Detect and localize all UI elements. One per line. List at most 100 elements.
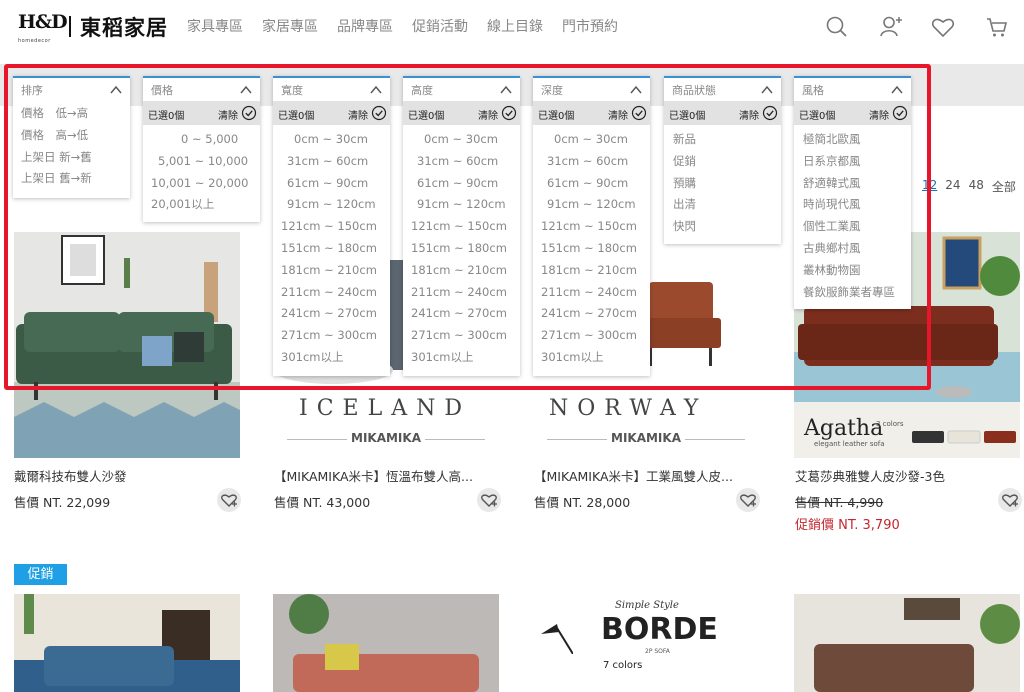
depth-filter-header[interactable]: 深度 [533, 76, 650, 101]
sort-option[interactable]: 上架日 新→舊 [21, 147, 130, 169]
check-circle-icon[interactable] [371, 105, 387, 121]
height-option[interactable]: 121cm ~ 150cm [403, 216, 520, 238]
product-name[interactable]: 【MIKAMIKA米卡】工業風雙人皮... [534, 466, 733, 485]
cart-icon[interactable] [984, 14, 1010, 40]
depth-option[interactable]: 121cm ~ 150cm [533, 216, 650, 238]
height-filter-header[interactable]: 高度 [403, 76, 520, 101]
width-option[interactable]: 181cm ~ 210cm [273, 260, 390, 282]
clear-button[interactable]: 清除 [478, 107, 498, 122]
product-image[interactable] [273, 594, 499, 692]
style-option[interactable]: 舒適韓式風 [803, 173, 911, 195]
status-option[interactable]: 促銷 [673, 151, 781, 173]
style-option[interactable]: 古典鄉村風 [803, 238, 911, 260]
product-image[interactable] [14, 232, 240, 458]
logo[interactable]: H&D homedecor [18, 11, 68, 45]
status-option[interactable]: 出清 [673, 194, 781, 216]
status-option[interactable]: 預購 [673, 173, 781, 195]
price-option[interactable]: 20,001以上 [151, 194, 260, 216]
style-option[interactable]: 時尚現代風 [803, 194, 911, 216]
nav-catalog[interactable]: 線上目錄 [487, 16, 543, 36]
nav-store-booking[interactable]: 門市預約 [562, 16, 618, 36]
depth-option[interactable]: 241cm ~ 270cm [533, 303, 650, 325]
chevron-up-icon[interactable] [109, 83, 123, 97]
height-option[interactable]: 0cm ~ 30cm [403, 129, 520, 151]
price-option[interactable]: 0 ~ 5,000 [151, 129, 260, 151]
per-page-12[interactable]: 12 [922, 178, 937, 195]
width-filter-header[interactable]: 寬度 [273, 76, 390, 101]
clear-button[interactable]: 清除 [218, 107, 238, 122]
height-option[interactable]: 181cm ~ 210cm [403, 260, 520, 282]
width-option[interactable]: 301cm以上 [273, 347, 390, 369]
product-image[interactable]: Simple Style BORDE 2P SOFA 7 colors [533, 594, 759, 692]
add-to-wishlist-icon[interactable] [217, 488, 241, 512]
sort-option[interactable]: 價格 高→低 [21, 125, 130, 147]
width-option[interactable]: 271cm ~ 300cm [273, 325, 390, 347]
depth-option[interactable]: 61cm ~ 90cm [533, 173, 650, 195]
height-option[interactable]: 31cm ~ 60cm [403, 151, 520, 173]
nav-promotions[interactable]: 促銷活動 [412, 16, 468, 36]
depth-option[interactable]: 301cm以上 [533, 347, 650, 369]
add-to-wishlist-icon[interactable] [998, 488, 1022, 512]
status-option[interactable]: 新品 [673, 129, 781, 151]
height-option[interactable]: 211cm ~ 240cm [403, 282, 520, 304]
width-option[interactable]: 211cm ~ 240cm [273, 282, 390, 304]
product-name[interactable]: 艾葛莎典雅雙人皮沙發-3色 [795, 466, 945, 485]
add-to-wishlist-icon[interactable] [477, 488, 501, 512]
chevron-up-icon[interactable] [239, 83, 253, 97]
style-option[interactable]: 餐飲服飾業者專區 [803, 282, 911, 304]
depth-option[interactable]: 31cm ~ 60cm [533, 151, 650, 173]
sort-option[interactable]: 價格 低→高 [21, 103, 130, 125]
depth-option[interactable]: 271cm ~ 300cm [533, 325, 650, 347]
logo-chinese[interactable]: 東稻家居 [80, 12, 168, 42]
height-option[interactable]: 241cm ~ 270cm [403, 303, 520, 325]
nav-brands[interactable]: 品牌專區 [337, 16, 393, 36]
chevron-up-icon[interactable] [890, 83, 904, 97]
product-name[interactable]: 【MIKAMIKA米卡】恆溫布雙人高... [274, 466, 473, 485]
chevron-up-icon[interactable] [629, 83, 643, 97]
product-name[interactable]: 戴爾科技布雙人沙發 [14, 466, 127, 485]
width-option[interactable]: 91cm ~ 120cm [273, 194, 390, 216]
clear-button[interactable]: 清除 [348, 107, 368, 122]
check-circle-icon[interactable] [241, 105, 257, 121]
style-option[interactable]: 叢林動物園 [803, 260, 911, 282]
status-option[interactable]: 快閃 [673, 216, 781, 238]
sort-option[interactable]: 上架日 舊→新 [21, 168, 130, 190]
depth-option[interactable]: 91cm ~ 120cm [533, 194, 650, 216]
add-user-icon[interactable] [878, 14, 904, 40]
chevron-up-icon[interactable] [760, 83, 774, 97]
width-option[interactable]: 121cm ~ 150cm [273, 216, 390, 238]
clear-button[interactable]: 清除 [869, 107, 889, 122]
width-option[interactable]: 0cm ~ 30cm [273, 129, 390, 151]
width-option[interactable]: 241cm ~ 270cm [273, 303, 390, 325]
style-option[interactable]: 日系京都風 [803, 151, 911, 173]
style-option[interactable]: 極簡北歐風 [803, 129, 911, 151]
sort-dropdown-header[interactable]: 排序 [13, 76, 130, 101]
per-page-all[interactable]: 全部 [992, 178, 1016, 195]
check-circle-icon[interactable] [762, 105, 778, 121]
per-page-24[interactable]: 24 [945, 178, 960, 195]
check-circle-icon[interactable] [631, 105, 647, 121]
per-page-48[interactable]: 48 [969, 178, 984, 195]
search-icon[interactable] [824, 14, 850, 40]
height-option[interactable]: 91cm ~ 120cm [403, 194, 520, 216]
status-filter-header[interactable]: 商品狀態 [664, 76, 781, 101]
chevron-up-icon[interactable] [499, 83, 513, 97]
nav-home[interactable]: 家居專區 [262, 16, 318, 36]
price-option[interactable]: 5,001 ~ 10,000 [151, 151, 260, 173]
product-image[interactable] [14, 594, 240, 692]
width-option[interactable]: 31cm ~ 60cm [273, 151, 390, 173]
height-option[interactable]: 61cm ~ 90cm [403, 173, 520, 195]
clear-button[interactable]: 清除 [739, 107, 759, 122]
heart-icon[interactable] [930, 14, 956, 40]
price-option[interactable]: 10,001 ~ 20,000 [151, 173, 260, 195]
price-filter-header[interactable]: 價格 [143, 76, 260, 101]
depth-option[interactable]: 151cm ~ 180cm [533, 238, 650, 260]
nav-furniture[interactable]: 家具專區 [187, 16, 243, 36]
width-option[interactable]: 61cm ~ 90cm [273, 173, 390, 195]
style-filter-header[interactable]: 風格 [794, 76, 911, 101]
width-option[interactable]: 151cm ~ 180cm [273, 238, 390, 260]
check-circle-icon[interactable] [501, 105, 517, 121]
chevron-up-icon[interactable] [369, 83, 383, 97]
product-image[interactable] [794, 594, 1020, 692]
height-option[interactable]: 151cm ~ 180cm [403, 238, 520, 260]
